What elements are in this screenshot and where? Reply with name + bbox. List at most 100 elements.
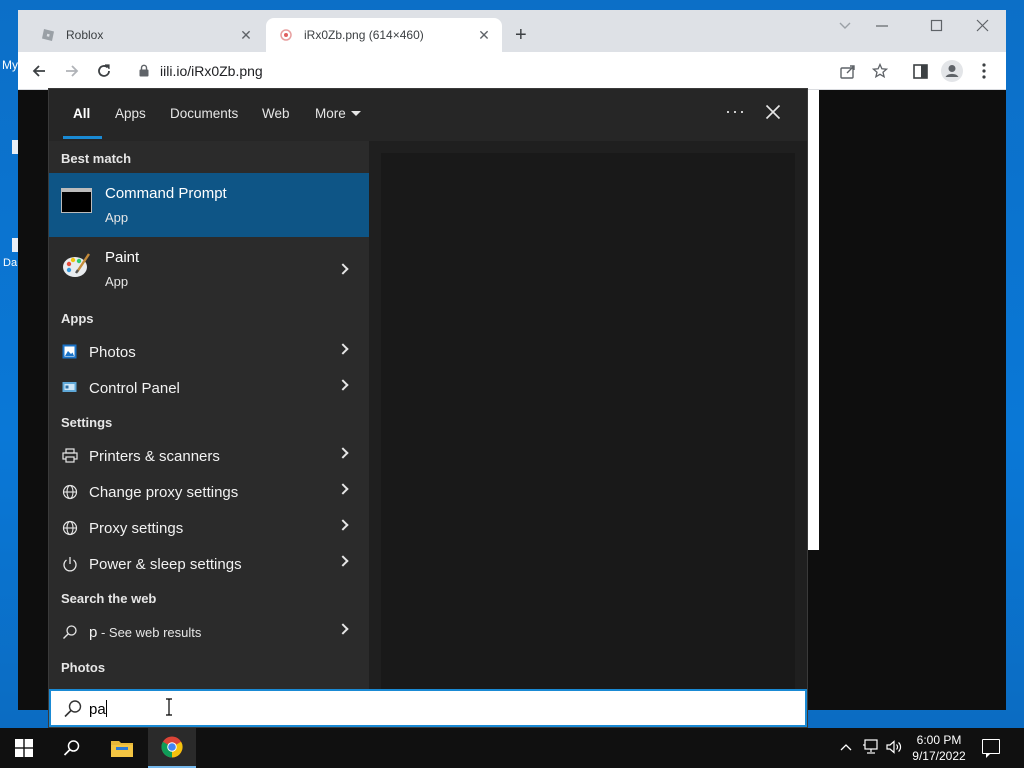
search-query: pa [89,701,106,718]
section-apps: Apps [61,311,94,326]
chevron-right-icon[interactable] [337,343,349,355]
windows-logo-icon [15,739,33,757]
profile-avatar-icon[interactable] [941,60,963,82]
roblox-favicon-icon [40,27,56,43]
minimize-icon[interactable] [875,16,889,40]
preview-content [381,153,795,689]
filter-more[interactable]: More [315,106,361,121]
chevron-right-icon[interactable] [337,623,349,635]
clock-time: 6:00 PM [916,733,962,747]
web-suffix: - See web results [97,625,202,640]
result-label: p - See web results [89,624,201,641]
result-web-search[interactable]: p - See web results [49,614,369,650]
start-button[interactable] [0,728,48,768]
result-label: Proxy settings [89,520,184,537]
desktop-icon-label[interactable]: My [2,58,18,72]
command-prompt-icon [61,188,92,213]
active-filter-indicator [63,136,102,139]
chevron-right-icon[interactable] [337,447,349,459]
section-search-web: Search the web [61,591,157,606]
search-icon [63,699,83,719]
result-power-sleep-settings[interactable]: Power & sleep settings [49,546,369,582]
text-cursor [105,700,107,717]
reload-icon[interactable] [93,60,115,82]
result-command-prompt[interactable]: Command Prompt App [49,173,369,237]
globe-icon [61,519,78,536]
power-icon [61,555,78,572]
tab-close-icon[interactable]: ✕ [236,27,256,44]
close-window-icon[interactable] [976,19,990,37]
back-icon[interactable] [28,60,50,82]
result-change-proxy-settings[interactable]: Change proxy settings [49,474,369,510]
ibeam-cursor-icon [165,698,173,716]
filter-more-label: More [315,106,346,121]
image-favicon-icon [278,27,294,43]
filter-apps[interactable]: Apps [115,106,146,121]
result-paint[interactable]: Paint App [49,237,369,301]
volume-icon[interactable] [886,739,902,758]
photos-icon [61,343,78,360]
filter-documents[interactable]: Documents [170,106,238,121]
result-title: Command Prompt [105,185,227,202]
tab-image[interactable]: iRx0Zb.png (614×460) ✕ [266,18,502,52]
side-panel-icon[interactable] [909,60,931,82]
result-proxy-settings[interactable]: Proxy settings [49,510,369,546]
more-options-icon[interactable]: ··· [725,101,746,122]
close-search-icon[interactable] [765,101,781,125]
share-icon[interactable] [837,60,859,82]
chevron-right-icon[interactable] [337,379,349,391]
folder-icon [111,741,133,757]
result-label: Printers & scanners [89,448,220,465]
chrome-icon [161,736,183,758]
search-input[interactable]: pa [89,700,107,718]
section-photos: Photos [61,660,106,675]
tab-close-icon[interactable]: ✕ [474,27,494,44]
lock-icon[interactable] [138,64,150,77]
search-icon [63,740,80,756]
tab-search-icon[interactable] [838,18,852,36]
result-label: Change proxy settings [89,484,239,501]
tab-title: iRx0Zb.png (614×460) [304,28,424,42]
chrome-taskbar-button[interactable] [148,728,196,768]
bookmark-star-icon[interactable] [869,60,891,82]
tab-roblox[interactable]: Roblox ✕ [28,18,264,52]
forward-icon[interactable] [61,60,83,82]
search-results: Best match Command Prompt App Paint App [49,141,369,689]
result-printers-scanners[interactable]: Printers & scanners [49,438,369,474]
desktop-icon-label[interactable]: Da [3,257,17,269]
result-label: Power & sleep settings [89,556,242,573]
new-tab-icon[interactable]: + [515,24,527,46]
result-title: Paint [105,249,140,266]
result-photos[interactable]: Photos [49,334,369,370]
filter-all[interactable]: All [73,106,90,121]
clock-date: 9/17/2022 [912,749,966,763]
chevron-right-icon[interactable] [337,519,349,531]
control-panel-icon [61,379,78,396]
preview-pane [369,141,807,689]
notification-center-icon[interactable] [982,739,1000,758]
show-hidden-icons-icon[interactable] [840,740,852,755]
chrome-menu-icon[interactable] [973,60,995,82]
maximize-icon[interactable] [930,19,944,37]
search-icon [61,623,78,640]
browser-toolbar: iili.io/iRx0Zb.png [18,52,1006,90]
result-control-panel[interactable]: Control Panel [49,370,369,406]
address-bar[interactable]: iili.io/iRx0Zb.png [160,63,263,79]
search-box[interactable]: pa [49,689,807,727]
result-subtitle: App [105,274,129,289]
tab-title: Roblox [66,28,104,42]
network-icon[interactable] [862,739,880,758]
result-subtitle: App [105,210,129,225]
chevron-right-icon[interactable] [337,263,349,275]
printer-icon [61,447,78,464]
chevron-right-icon[interactable] [337,483,349,495]
chevron-right-icon[interactable] [337,555,349,567]
system-clock[interactable]: 6:00 PM 9/17/2022 [906,732,972,764]
section-settings: Settings [61,415,113,430]
globe-icon [61,483,78,500]
result-label: Photos [89,344,136,361]
file-explorer-button[interactable] [98,728,146,768]
filter-web[interactable]: Web [262,106,290,121]
taskbar-search-button[interactable] [48,728,96,768]
section-best-match: Best match [61,151,132,166]
